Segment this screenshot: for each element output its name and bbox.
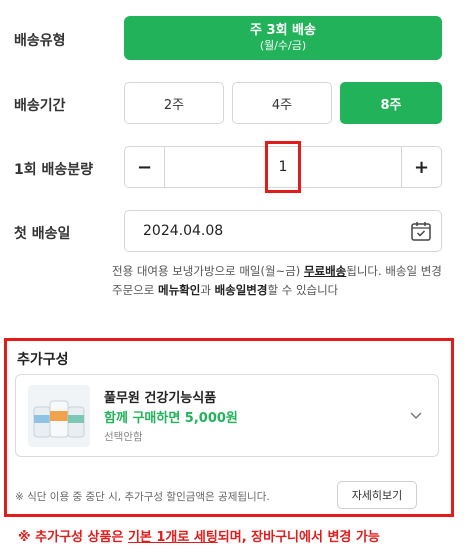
addon-title: 추가구성 [17, 352, 69, 368]
addon-product-name: 풀무원 건강기능식품 [104, 391, 217, 406]
delivery-type-option-days: (월/수/금) [259, 39, 307, 52]
notice-text-4: 할 수 있습니다 [267, 283, 339, 297]
product-image [28, 385, 90, 447]
decrease-button[interactable]: − [125, 147, 165, 187]
first-delivery-date: 2024.04.08 [143, 223, 224, 239]
notice-text-1: 전용 대여용 보냉가방으로 매일(월~금) [112, 264, 304, 278]
period-option-4w[interactable]: 4주 [232, 82, 332, 124]
addon-selection-status: 선택안함 [104, 431, 143, 443]
delivery-period-label: 배송기간 [14, 98, 66, 114]
delivery-type-option[interactable]: 주 3회 배송 (월/수/금) [124, 16, 442, 60]
notice-menu-check: 메뉴확인 [157, 283, 201, 297]
footer-prefix: ※ 추가구성 상품은 [18, 530, 128, 545]
calendar-icon[interactable] [409, 219, 433, 243]
delivery-notice: 전용 대여용 보냉가방으로 매일(월~금) 무료배송됩니다. 배송일 변경 주문… [112, 262, 442, 300]
first-delivery-date-field[interactable]: 2024.04.08 [124, 210, 442, 252]
addon-section: 추가구성 풀무원 건강기능식품 함께 구매하면 5,000원 선택안함 ※ 식단… [4, 338, 454, 517]
first-delivery-label: 첫 배송일 [14, 226, 71, 242]
period-option-2w[interactable]: 2주 [124, 82, 224, 124]
addon-product-select[interactable]: 풀무원 건강기능식품 함께 구매하면 5,000원 선택안함 [15, 374, 439, 457]
increase-button[interactable]: + [401, 147, 441, 187]
quantity-label: 1회 배송분량 [14, 162, 94, 178]
footer-underlined: 기본 1개로 세팅 [127, 530, 218, 545]
addon-discount-note: ※ 식단 이용 중 중단 시, 추가구성 할인금액은 공제됩니다. [15, 491, 270, 503]
period-option-8w[interactable]: 8주 [340, 82, 442, 124]
notice-text-3: 과 [200, 283, 215, 297]
addon-footer-note: ※ 추가구성 상품은 기본 1개로 세팅되며, 장바구니에서 변경 가능 [18, 526, 380, 545]
quantity-value[interactable]: 1 [265, 141, 301, 193]
details-button[interactable]: 자세히보기 [337, 481, 417, 509]
addon-promo-price: 함께 구매하면 5,000원 [104, 411, 238, 426]
notice-date-change: 배송일변경 [214, 283, 268, 297]
footer-suffix: 되며, 장바구니에서 변경 가능 [217, 530, 380, 545]
delivery-type-option-title: 주 3회 배송 [250, 23, 316, 38]
chevron-down-icon[interactable] [408, 407, 424, 423]
delivery-type-label: 배송유형 [14, 33, 66, 49]
notice-free-delivery: 무료배송 [303, 264, 347, 278]
quantity-stepper: − 1 + [124, 141, 442, 193]
